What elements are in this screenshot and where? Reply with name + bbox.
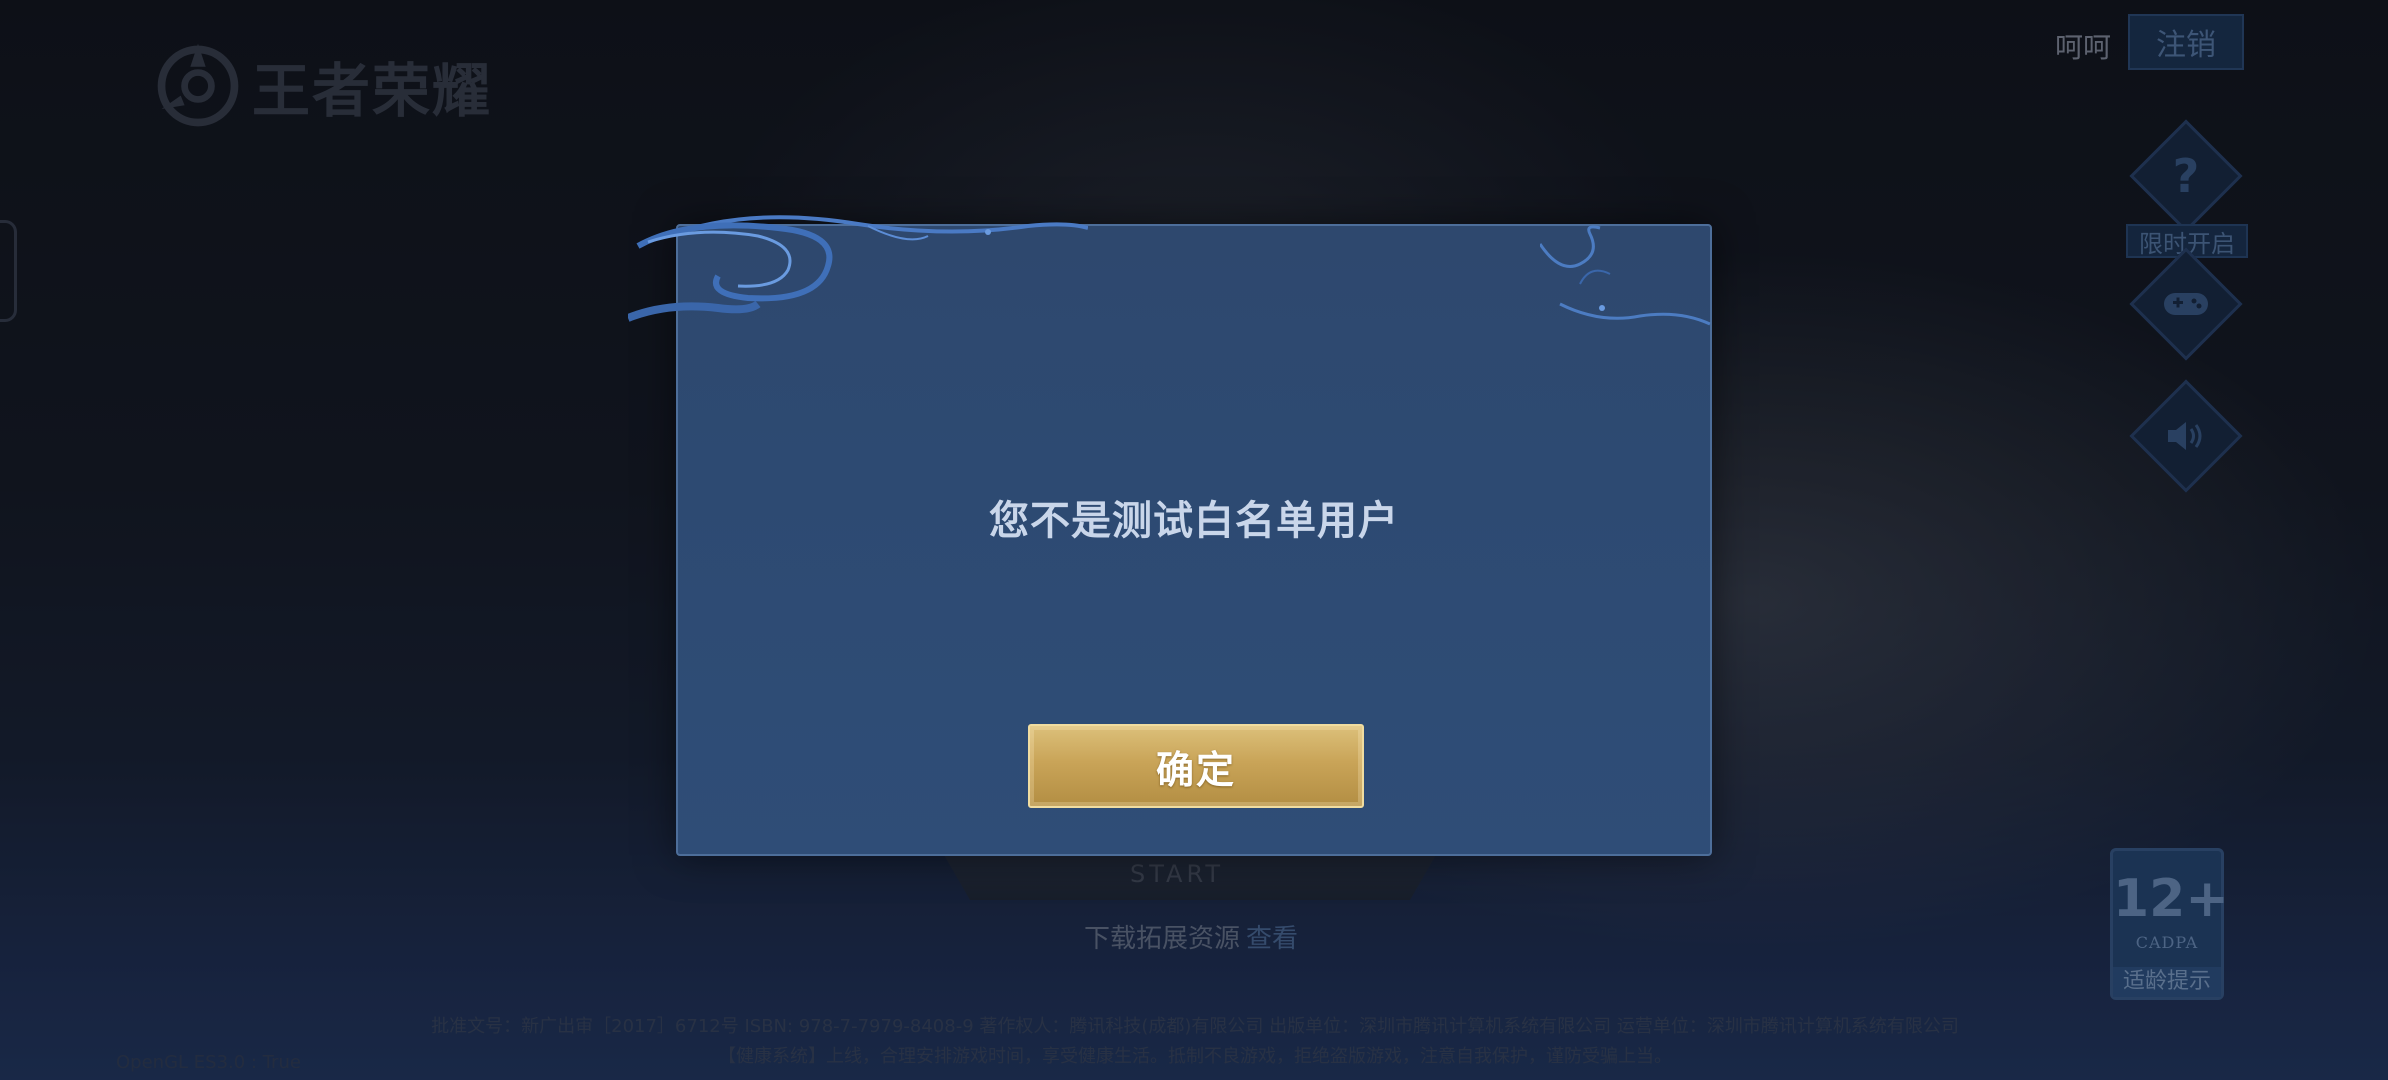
confirm-button[interactable]: 确定: [1028, 724, 1364, 808]
dialog-message: 您不是测试白名单用户: [989, 498, 1399, 544]
cloud-swirl-ornament-icon: [628, 215, 1088, 322]
corner-swirl-ornament-icon: [1540, 225, 1711, 326]
game-login-screen: 王者荣耀 呵呵 注销 ? 限时开启 12+ CADPA 适龄提示 START 下…: [0, 0, 2388, 1080]
